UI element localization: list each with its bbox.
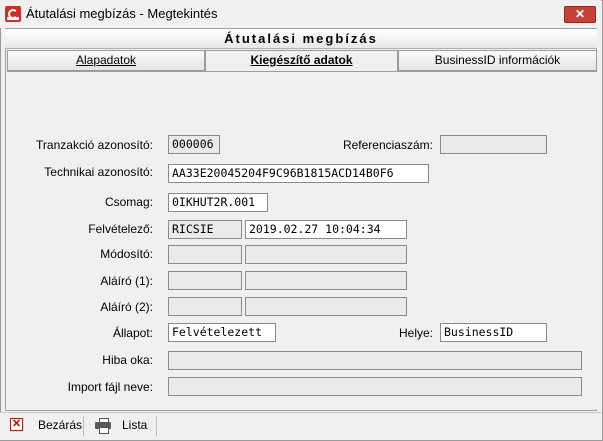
alairo1-date-field[interactable] — [245, 271, 407, 290]
allapot-field[interactable]: Felvételezett — [168, 323, 276, 342]
app-logo-icon — [5, 6, 21, 22]
print-icon[interactable] — [95, 418, 111, 434]
list-button[interactable]: Lista — [122, 418, 147, 432]
referencia-field[interactable] — [440, 135, 547, 154]
tab-label: BusinessID információk — [434, 53, 561, 67]
hiba-label: Hiba oka: — [102, 353, 153, 367]
bottom-toolbar — [0, 412, 601, 440]
tab-businessid-informaciok[interactable]: BusinessID információk — [398, 50, 597, 71]
modosito-date-field[interactable] — [245, 245, 407, 264]
modosito-user-field[interactable] — [168, 245, 242, 264]
close-button[interactable]: Bezárás — [38, 418, 82, 432]
tranzakcio-label: Tranzakció azonosító: — [36, 138, 153, 152]
felvetelezo-label: Felvételező: — [88, 222, 153, 236]
alairo1-user-field[interactable] — [168, 271, 242, 290]
hiba-field[interactable] — [168, 351, 582, 370]
toolbar-separator — [83, 416, 84, 436]
technikai-label: Technikai azonosító: — [44, 165, 153, 179]
import-label: Import fájl neve: — [67, 380, 153, 394]
alairo2-user-field[interactable] — [168, 297, 242, 316]
allapot-label: Állapot: — [112, 326, 153, 340]
window-title: Átutalási megbízás - Megtekintés — [26, 6, 218, 21]
alairo1-label: Aláíró (1): — [100, 274, 153, 288]
alairo2-label: Aláíró (2): — [100, 300, 153, 314]
close-icon[interactable]: ✕ — [10, 418, 23, 431]
csomag-field[interactable]: 0IKHUT2R.001 — [168, 193, 268, 212]
tab-alapadatok[interactable]: Alapadatok — [7, 50, 205, 71]
alairo2-date-field[interactable] — [245, 297, 407, 316]
tab-label: Kiegészítő adatok — [250, 53, 353, 67]
felvetelezo-date-field[interactable]: 2019.02.27 10:04:34 — [245, 220, 407, 239]
window-close-button[interactable]: ✕ — [564, 6, 596, 23]
felvetelezo-user-field[interactable]: RICSIE — [168, 220, 242, 239]
tab-label: Alapadatok — [75, 53, 137, 67]
helye-field[interactable]: BusinessID — [440, 323, 547, 342]
modosito-label: Módosító: — [100, 247, 153, 261]
tab-kiegeszito-adatok[interactable]: Kiegészítő adatok — [205, 50, 398, 72]
toolbar-separator — [156, 416, 157, 436]
helye-label: Helye: — [398, 326, 433, 340]
csomag-label: Csomag: — [104, 195, 153, 209]
tranzakcio-field[interactable]: 000006 — [168, 135, 220, 154]
technikai-field[interactable]: AA33E20045204F9C96B1815ACD14B0F6 — [168, 164, 429, 183]
form-title: Átutalási megbízás — [224, 31, 378, 46]
referencia-label: Referenciaszám: — [342, 138, 433, 152]
import-field[interactable] — [168, 377, 582, 396]
